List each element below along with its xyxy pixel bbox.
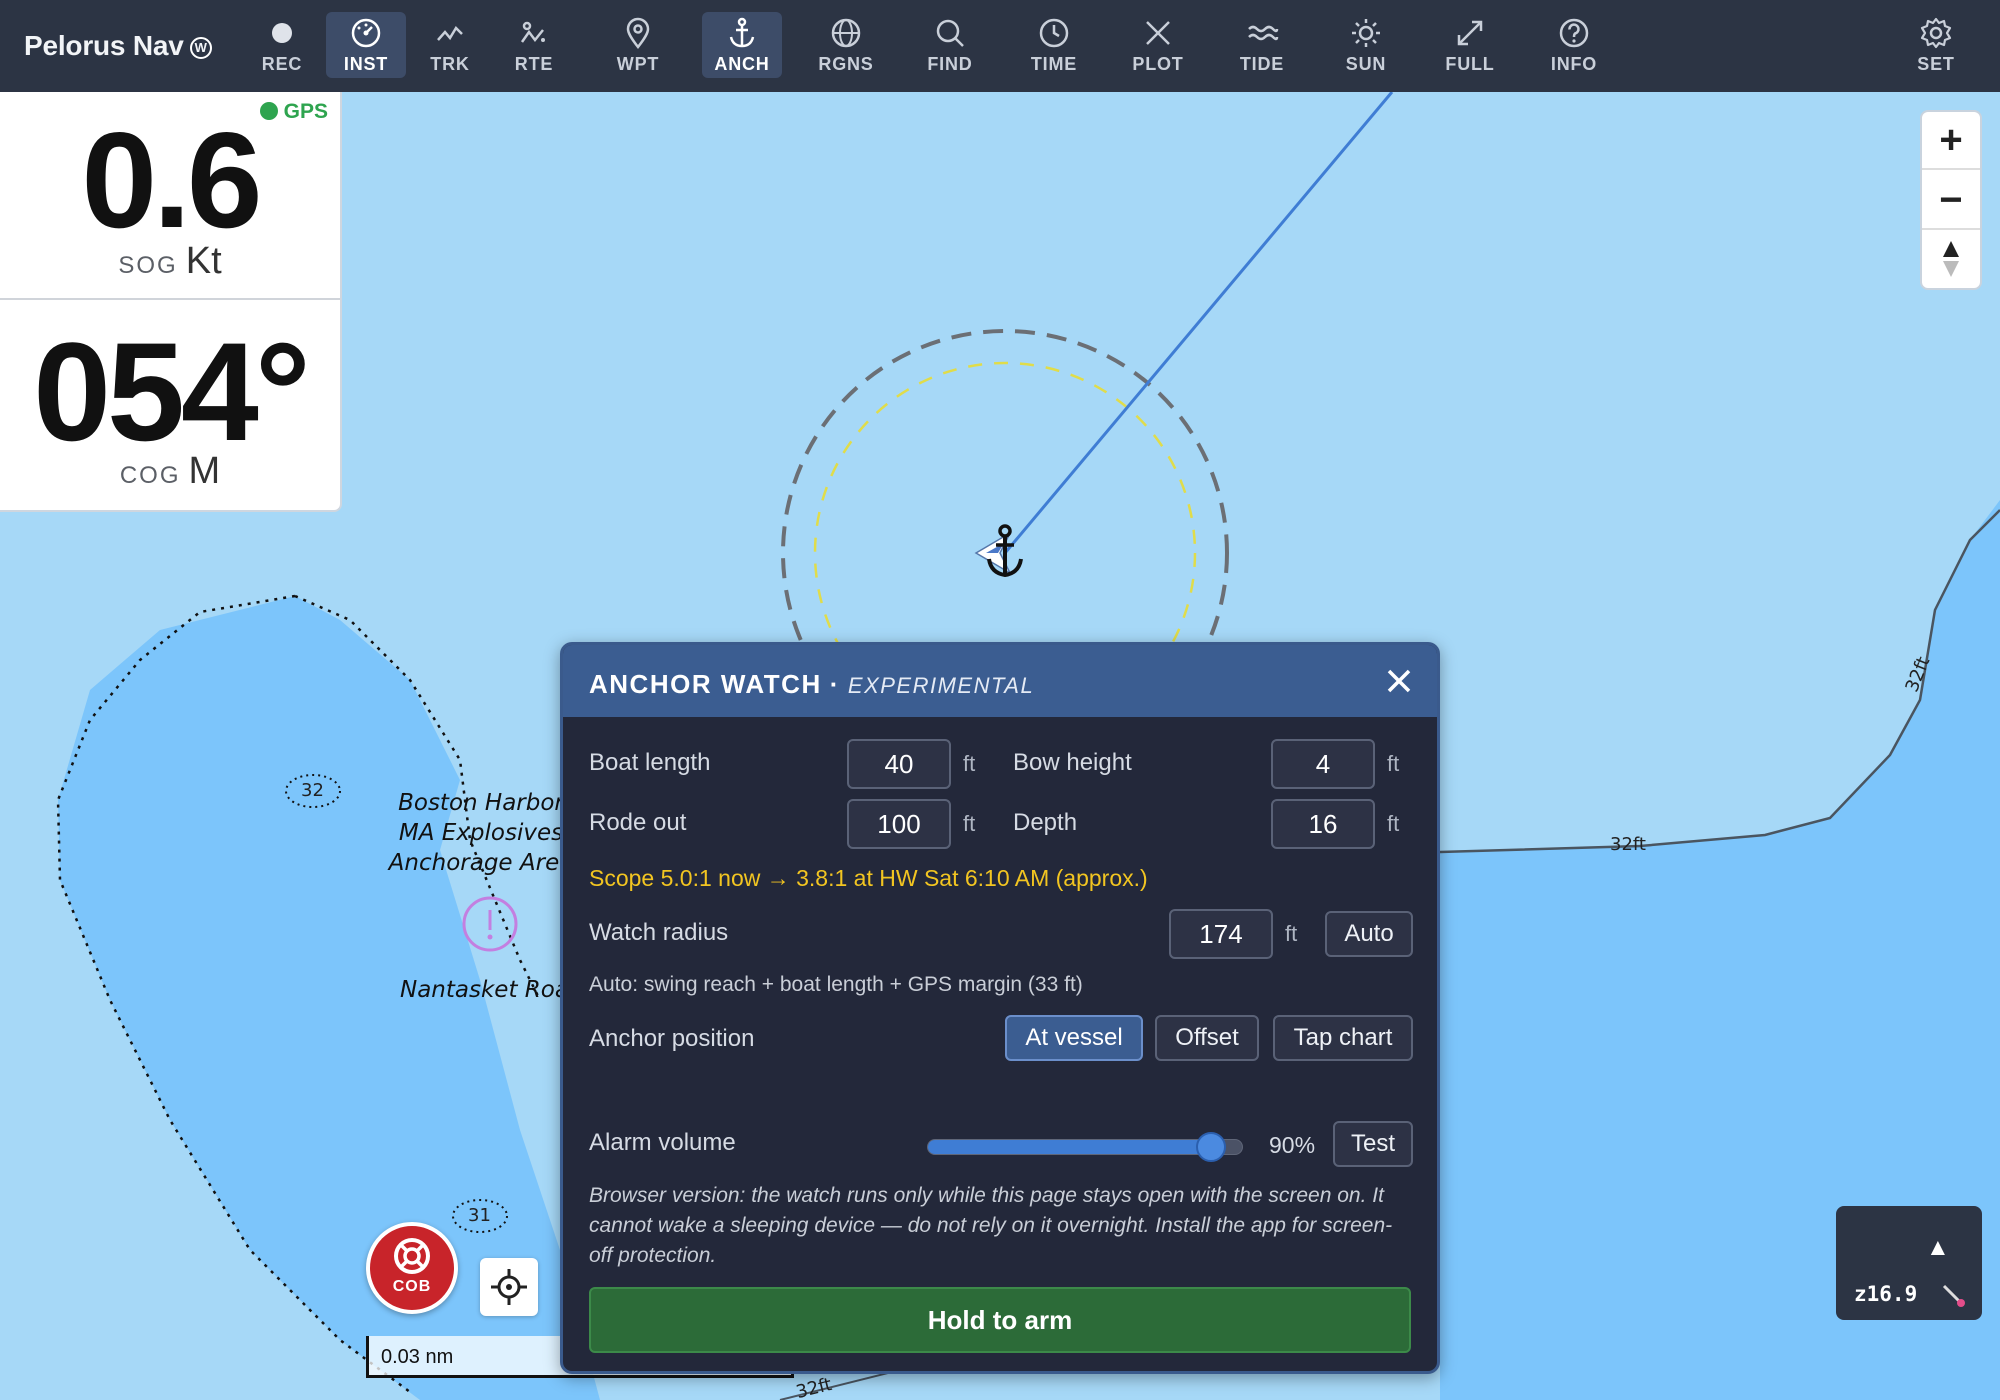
volume-slider-thumb[interactable] <box>1196 1132 1226 1162</box>
top-toolbar: Pelorus Nav W REC INST TRK RTE WPT ANCH R… <box>0 0 2000 92</box>
anchor-watch-dialog: ANCHOR WATCH · EXPERIMENTAL Boat length 40… <box>560 642 1440 1374</box>
boat-length-input[interactable]: 40 <box>847 739 951 789</box>
waves-icon <box>1248 25 1279 41</box>
globe-icon <box>831 18 861 48</box>
zoom-in-button[interactable]: + <box>1922 112 1980 170</box>
zoom-control: + − <box>1920 110 1982 290</box>
test-alarm-button[interactable]: Test <box>1333 1121 1413 1167</box>
nantasket-label: Nantasket Road <box>400 977 570 1003</box>
tool-set[interactable]: SET <box>1896 12 1976 78</box>
bow-height-label: Bow height <box>1013 749 1132 776</box>
harbor-area-label: Boston Harbor MA Explosives Anchorage Ar… <box>388 790 574 876</box>
offset-button[interactable]: Offset <box>1155 1015 1259 1061</box>
volume-slider-fill <box>928 1140 1212 1154</box>
search-icon <box>936 19 964 47</box>
hold-to-arm-button[interactable]: Hold to arm <box>589 1287 1411 1353</box>
cross-icon <box>1146 21 1170 45</box>
tool-full[interactable]: FULL <box>1430 12 1510 78</box>
depth-label: Depth <box>1013 809 1078 836</box>
sog-instrument[interactable]: GPS 0.6 SOG Kt <box>0 92 340 300</box>
at-vessel-button[interactable]: At vessel <box>1005 1015 1143 1061</box>
auto-radius-note: Auto: swing reach + boat length + GPS ma… <box>589 973 1083 996</box>
tool-inst[interactable]: INST <box>326 12 406 78</box>
rode-out-input[interactable]: 100 <box>847 799 951 849</box>
watch-radius-input[interactable]: 174 <box>1169 909 1273 959</box>
bow-height-unit: ft <box>1387 751 1400 776</box>
depth-unit: ft <box>1387 811 1400 836</box>
cob-button[interactable]: COB <box>366 1222 458 1314</box>
gauge-icon <box>351 18 381 48</box>
dialog-header: ANCHOR WATCH · EXPERIMENTAL <box>563 645 1437 717</box>
record-dot-icon <box>272 23 292 43</box>
cog-value: 054° <box>33 313 311 470</box>
tool-anch[interactable]: ANCH <box>702 12 782 78</box>
depth-tag: 32 <box>301 780 324 801</box>
zoom-out-button[interactable]: − <box>1922 172 1980 230</box>
depth-input[interactable]: 16 <box>1271 799 1375 849</box>
north-arrow-icon <box>1943 241 1959 277</box>
sog-label: SOG Kt <box>118 240 222 282</box>
watch-radius-label: Watch radius <box>589 919 729 946</box>
auto-radius-button[interactable]: Auto <box>1325 911 1413 957</box>
tool-info[interactable]: INFO <box>1534 12 1614 78</box>
tool-rte[interactable]: RTE <box>494 12 574 78</box>
depth-tag: 31 <box>468 1205 491 1226</box>
tool-sun[interactable]: SUN <box>1326 12 1406 78</box>
tool-rgns[interactable]: RGNS <box>806 12 886 78</box>
rode-out-unit: ft <box>963 811 976 836</box>
wifi-badge-icon: W <box>189 37 212 59</box>
tool-tide[interactable]: TIDE <box>1222 12 1302 78</box>
locate-vessel-button[interactable] <box>480 1258 538 1316</box>
zoom-level-text: z16.9 <box>1854 1282 1918 1306</box>
scope-readout: Scope 5.0:1 now → 3.8:1 at HW Sat 6:10 A… <box>589 865 1148 891</box>
track-icon <box>437 25 463 41</box>
map-pin-icon <box>626 17 650 50</box>
cog-instrument[interactable]: 054° COG M <box>0 302 340 510</box>
boat-length-label: Boat length <box>589 749 711 776</box>
boat-length-unit: ft <box>963 751 976 776</box>
tool-wpt[interactable]: WPT <box>598 12 678 78</box>
help-icon <box>1559 18 1589 48</box>
close-icon[interactable] <box>1385 667 1413 695</box>
anchor-icon <box>729 17 755 48</box>
watch-radius-unit: ft <box>1285 921 1298 946</box>
lifebuoy-icon <box>394 1238 430 1274</box>
tool-find[interactable]: FIND <box>910 12 990 78</box>
bow-height-input[interactable]: 4 <box>1271 739 1375 789</box>
sun-icon <box>1352 19 1380 47</box>
volume-percent: 90% <box>1269 1132 1316 1158</box>
alarm-volume-label: Alarm volume <box>589 1129 736 1156</box>
gear-icon <box>1920 17 1952 49</box>
tool-plot[interactable]: PLOT <box>1118 12 1198 78</box>
contour-label: 32ft <box>1610 834 1646 855</box>
up-arrow-icon: ▲ <box>1926 1234 1950 1261</box>
fullscreen-icon <box>1457 20 1483 46</box>
sog-value: 0.6 <box>81 104 262 256</box>
tool-trk[interactable]: TRK <box>410 12 490 78</box>
pen-icon <box>1942 1284 1965 1307</box>
route-icon <box>520 21 545 43</box>
clock-icon <box>1039 18 1069 48</box>
dialog-title: ANCHOR WATCH · EXPERIMENTAL <box>589 669 1035 699</box>
zoom-level-readout[interactable]: ▲ z16.9 <box>1836 1206 1982 1320</box>
crosshair-icon <box>491 1269 527 1305</box>
tool-time[interactable]: TIME <box>1014 12 1094 78</box>
tap-chart-button[interactable]: Tap chart <box>1273 1015 1413 1061</box>
instrument-panel: GPS 0.6 SOG Kt 054° COG M <box>0 92 342 512</box>
rode-out-label: Rode out <box>589 809 687 836</box>
cog-label: COG M <box>119 450 221 492</box>
compass-north-button[interactable] <box>1922 230 1980 288</box>
app-title: Pelorus Nav W <box>24 30 212 62</box>
anchor-position-label: Anchor position <box>589 1025 755 1052</box>
browser-disclaimer: Browser version: the watch runs only whi… <box>589 1184 1393 1267</box>
tool-rec[interactable]: REC <box>242 12 322 78</box>
